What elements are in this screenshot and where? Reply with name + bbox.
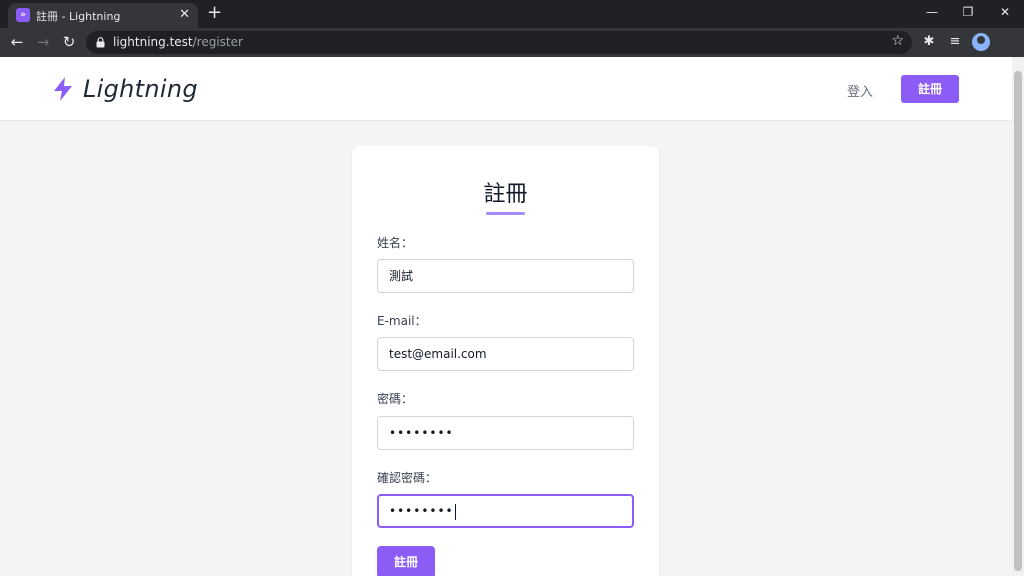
extensions-icon[interactable]: ✱ <box>920 33 938 51</box>
tab-title: 註冊 - Lightning <box>36 10 121 23</box>
confirm-password-value: •••••••• <box>389 504 454 518</box>
media-control-icon[interactable]: ≡ <box>946 33 964 51</box>
title-underline <box>486 212 525 215</box>
url-path: /register <box>192 35 243 49</box>
site-logo[interactable]: Lightning <box>52 75 198 103</box>
profile-avatar-icon[interactable] <box>972 33 990 51</box>
address-bar[interactable]: lightning.test/register ☆ <box>86 31 912 54</box>
forward-icon[interactable]: → <box>33 32 53 52</box>
site-header: Lightning 登入 註冊 <box>0 57 1012 121</box>
tab-close-icon[interactable]: ✕ <box>179 6 190 24</box>
email-input[interactable]: test@email.com <box>377 337 634 371</box>
confirm-password-input[interactable]: •••••••• <box>377 494 634 528</box>
bookmark-star-icon[interactable]: ☆ <box>891 33 904 49</box>
login-link[interactable]: 登入 <box>847 81 873 100</box>
password-label: 密碼： <box>377 392 414 406</box>
new-tab-button[interactable]: + <box>207 3 222 23</box>
back-icon[interactable]: ← <box>7 32 27 52</box>
lightning-bolt-icon <box>54 77 72 101</box>
url-text: lightning.test/register <box>113 35 243 49</box>
browser-toolbar: ← → ↻ lightning.test/register ☆ ✱ ≡ <box>0 28 1024 57</box>
confirm-password-label: 確認密碼： <box>377 471 438 485</box>
close-window-button[interactable]: ✕ <box>990 3 1020 21</box>
browser-tab-bar: » 註冊 - Lightning ✕ + — ❐ ✕ <box>0 0 1024 28</box>
minimize-button[interactable]: — <box>917 3 947 21</box>
lock-icon <box>96 37 105 48</box>
page-viewport: Lightning 登入 註冊 註冊 姓名： 測試 E-mail： test@e… <box>0 57 1012 576</box>
name-input[interactable]: 測試 <box>377 259 634 293</box>
name-label: 姓名： <box>377 236 414 250</box>
register-nav-button[interactable]: 註冊 <box>901 75 959 103</box>
scrollbar-thumb[interactable] <box>1014 71 1022 571</box>
email-label: E-mail： <box>377 314 427 328</box>
form-title: 註冊 <box>483 182 528 207</box>
logo-text: Lightning <box>83 75 198 103</box>
browser-tab[interactable]: » 註冊 - Lightning ✕ <box>8 3 198 28</box>
password-input[interactable]: •••••••• <box>377 416 634 450</box>
text-caret <box>454 503 456 520</box>
page-scrollbar[interactable] <box>1012 57 1024 576</box>
reload-icon[interactable]: ↻ <box>59 32 79 52</box>
restore-button[interactable]: ❐ <box>953 3 983 21</box>
register-card: 註冊 姓名： 測試 E-mail： test@email.com 密碼： •••… <box>352 146 659 576</box>
site-favicon-icon: » <box>16 8 30 22</box>
register-submit-button[interactable]: 註冊 <box>377 546 435 576</box>
url-host: lightning.test <box>113 35 193 49</box>
